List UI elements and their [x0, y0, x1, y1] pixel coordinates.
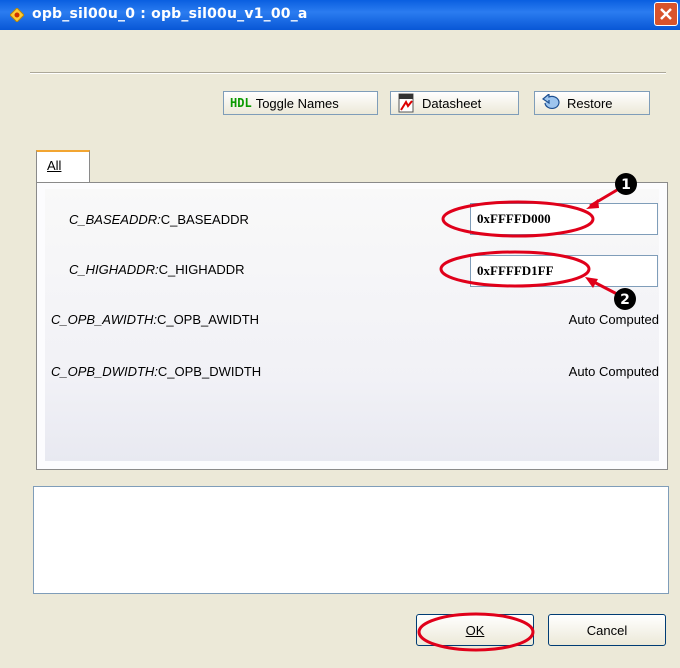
- param-value: Auto Computed: [568, 312, 659, 327]
- pdf-icon: [398, 93, 414, 113]
- restore-label: Restore: [567, 95, 613, 111]
- hdl-icon: HDL: [230, 96, 252, 110]
- param-hdl-name: C_HIGHADDR:: [69, 262, 159, 277]
- restore-icon: [541, 94, 560, 110]
- tab-all-label: All: [47, 158, 62, 173]
- param-value: Auto Computed: [568, 364, 659, 379]
- param-row-baseaddr: C_BASEADDR:C_BASEADDR 0xFFFFD000: [57, 201, 658, 239]
- param-row-highaddr: C_HIGHADDR:C_HIGHADDR 0xFFFFD1FF: [57, 251, 658, 289]
- parameters-panel: C_BASEADDR:C_BASEADDR 0xFFFFD000 C_HIGHA…: [36, 182, 668, 470]
- close-button[interactable]: [654, 2, 678, 26]
- highaddr-input[interactable]: 0xFFFFD1FF: [470, 255, 658, 287]
- datasheet-button[interactable]: Datasheet: [390, 91, 519, 115]
- cancel-label: Cancel: [586, 622, 628, 638]
- title-bar[interactable]: opb_sil00u_0 : opb_sil00u_v1_00_a: [0, 0, 680, 30]
- window-title: opb_sil00u_0 : opb_sil00u_v1_00_a: [32, 6, 308, 22]
- param-row-opb-dwidth: C_OPB_DWIDTH:C_OPB_DWIDTH Auto Computed: [45, 353, 659, 391]
- ok-button[interactable]: OK: [416, 614, 534, 646]
- datasheet-label: Datasheet: [422, 95, 482, 111]
- dialog-window: opb_sil00u_0 : opb_sil00u_v1_00_a HDL To…: [0, 0, 680, 668]
- param-display-name: C_BASEADDR: [160, 212, 249, 227]
- baseaddr-input[interactable]: 0xFFFFD000: [470, 203, 658, 235]
- param-label: C_OPB_AWIDTH:C_OPB_AWIDTH: [51, 312, 259, 327]
- param-display-name: C_OPB_DWIDTH: [157, 364, 262, 379]
- param-display-name: C_OPB_AWIDTH: [156, 312, 260, 327]
- param-row-opb-awidth: C_OPB_AWIDTH:C_OPB_AWIDTH Auto Computed: [45, 301, 659, 339]
- cancel-button[interactable]: Cancel: [548, 614, 666, 646]
- param-hdl-name: C_OPB_DWIDTH:: [51, 364, 158, 379]
- param-hdl-name: C_OPB_AWIDTH:: [51, 312, 157, 327]
- param-label: C_HIGHADDR:C_HIGHADDR: [69, 262, 245, 277]
- param-label: C_BASEADDR:C_BASEADDR: [69, 212, 249, 227]
- toggle-names-label: Toggle Names: [255, 95, 339, 111]
- restore-button[interactable]: Restore: [534, 91, 650, 115]
- close-icon: [660, 8, 672, 20]
- param-label: C_OPB_DWIDTH:C_OPB_DWIDTH: [51, 364, 261, 379]
- param-hdl-name: C_BASEADDR:: [69, 212, 161, 227]
- separator: [30, 72, 666, 74]
- toggle-names-button[interactable]: HDL Toggle Names: [223, 91, 378, 115]
- parameters-list: C_BASEADDR:C_BASEADDR 0xFFFFD000 C_HIGHA…: [45, 189, 659, 461]
- tab-all[interactable]: All: [36, 150, 90, 184]
- description-box: [33, 486, 669, 594]
- app-icon: [10, 8, 24, 22]
- param-display-name: C_HIGHADDR: [158, 262, 245, 277]
- ok-label: OK: [465, 622, 485, 638]
